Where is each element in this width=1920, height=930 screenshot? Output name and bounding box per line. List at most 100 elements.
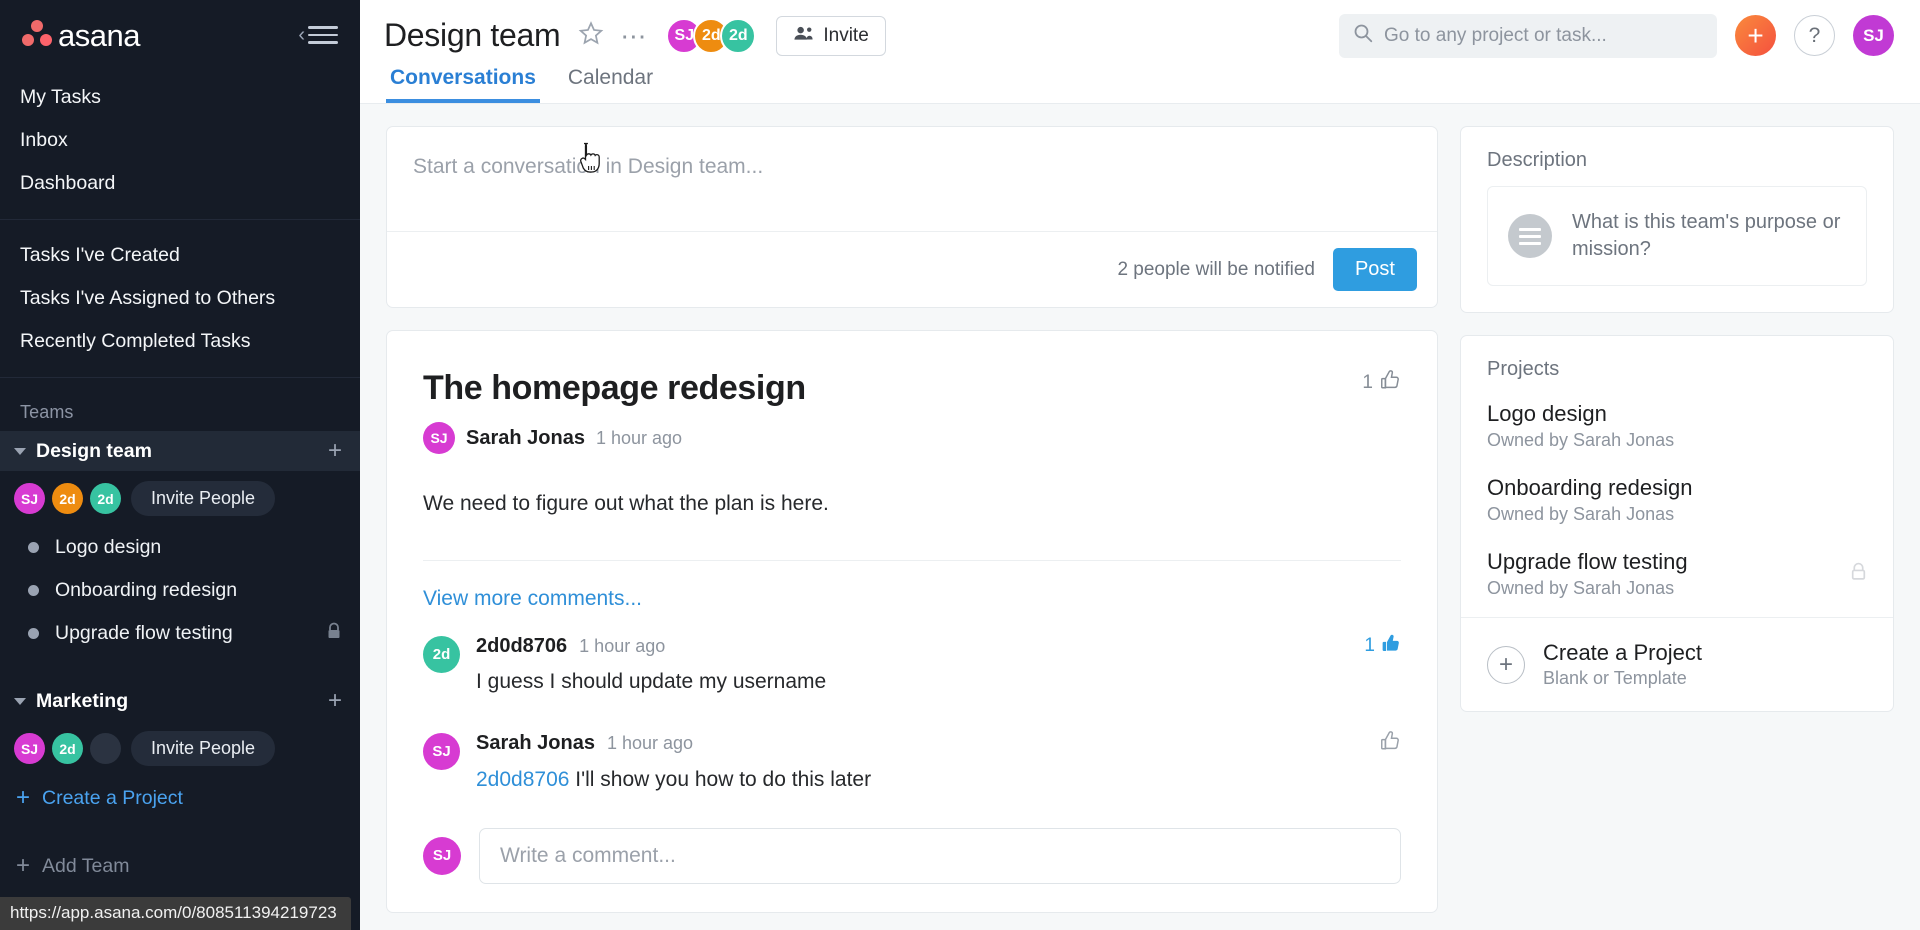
hamburger-icon — [308, 26, 338, 44]
create-project-info: Create a Project Blank or Template — [1543, 640, 1702, 689]
sidebar-item-label: Recently Completed Tasks — [20, 330, 251, 352]
sidebar-divider — [0, 219, 360, 220]
add-team-label: Add Team — [42, 854, 130, 877]
asana-logo[interactable]: asana — [20, 20, 140, 51]
top-bar-right: + ? SJ — [1339, 13, 1894, 58]
avatar[interactable]: SJ — [423, 732, 460, 770]
avatar[interactable]: 2d — [423, 635, 460, 673]
tab-calendar[interactable]: Calendar — [564, 66, 657, 103]
asana-app-window: asana ‹ My Tasks Inbox Dashboard Tasks I… — [0, 0, 1920, 930]
invite-button[interactable]: Invite — [776, 15, 886, 56]
view-more-comments-link[interactable]: View more comments... — [423, 561, 1401, 619]
avatar[interactable]: 2d — [720, 17, 757, 54]
comment-text-body: I'll show you how to do this later — [575, 767, 872, 791]
comment-input[interactable]: Write a comment... — [479, 827, 1401, 884]
main-region: Design team ⋯ SJ 2d 2d Invite Go to any … — [360, 0, 1920, 930]
sidebar-item-inbox[interactable]: Inbox — [0, 119, 360, 162]
sidebar-team-design-team[interactable]: Design team + — [0, 431, 360, 471]
invite-people-button[interactable]: Invite People — [131, 481, 276, 516]
conversation-like-button[interactable]: 1 — [1362, 369, 1401, 397]
search-input[interactable] — [1384, 24, 1703, 47]
comment-like-button[interactable] — [1379, 730, 1401, 758]
description-empty-state[interactable]: What is this team's purpose or mission? — [1487, 186, 1867, 286]
sidebar-item-label: My Tasks — [20, 86, 101, 108]
chevron-left-icon: ‹ — [298, 24, 305, 46]
sidebar-item-my-tasks[interactable]: My Tasks — [0, 76, 360, 119]
thumbs-up-icon — [1379, 369, 1401, 397]
quick-add-button[interactable]: + — [1735, 15, 1776, 57]
write-comment-row: SJ Write a comment... — [387, 802, 1437, 912]
project-dot-icon — [28, 542, 39, 553]
sidebar-secondary-nav: Tasks I've Created Tasks I've Assigned t… — [0, 228, 360, 369]
avatar[interactable]: 2d — [52, 483, 83, 514]
composer-input-area[interactable]: Start a conversation in Design team... — [387, 127, 1437, 231]
description-panel: Description What is this team's purpose … — [1460, 126, 1894, 313]
status-bar-url: https://app.asana.com/0/808511394219723 — [0, 897, 351, 930]
project-owner: Owned by Sarah Jonas — [1487, 430, 1675, 450]
conversation-author-row: SJ Sarah Jonas 1 hour ago — [423, 422, 1401, 454]
comment-main: Sarah Jonas 1 hour ago 2d0d8706 I'll sho… — [476, 730, 1401, 792]
add-to-team-icon[interactable]: + — [328, 689, 342, 713]
sidebar-team-marketing[interactable]: Marketing + — [0, 681, 360, 721]
sidebar-add-team-button[interactable]: + Add Team — [0, 842, 360, 890]
project-owner: Owned by Sarah Jonas — [1487, 504, 1675, 524]
description-prompt: What is this team's purpose or mission? — [1572, 211, 1841, 260]
sidebar-item-recently-completed-tasks[interactable]: Recently Completed Tasks — [0, 320, 360, 363]
project-dot-icon — [28, 628, 39, 639]
avatar-placeholder[interactable] — [90, 733, 121, 764]
avatar[interactable]: SJ — [423, 836, 461, 875]
project-list-item[interactable]: Logo design Owned by Sarah Jonas — [1461, 395, 1893, 469]
notify-text: 2 people will be notified — [1117, 258, 1315, 280]
add-to-team-icon[interactable]: + — [328, 439, 342, 463]
conversation-composer: Start a conversation in Design team... 2… — [386, 126, 1438, 308]
comment-input-placeholder: Write a comment... — [500, 843, 676, 867]
description-icon — [1508, 214, 1552, 258]
help-button[interactable]: ? — [1794, 15, 1835, 57]
comment-like-button[interactable]: 1 — [1364, 633, 1401, 660]
sidebar-create-project-button[interactable]: + Create a Project — [0, 776, 360, 820]
comment-mention[interactable]: 2d0d8706 — [476, 768, 569, 791]
tab-conversations[interactable]: Conversations — [386, 66, 540, 103]
comment-header: 2d0d8706 1 hour ago 1 — [476, 633, 1401, 660]
sidebar-item-tasks-ive-created[interactable]: Tasks I've Created — [0, 234, 360, 277]
plus-icon: + — [16, 784, 31, 811]
sidebar-project-logo-design[interactable]: Logo design — [0, 526, 360, 569]
invite-people-button[interactable]: Invite People — [131, 731, 276, 766]
avatar[interactable]: SJ — [423, 422, 455, 454]
sidebar-item-tasks-assigned-to-others[interactable]: Tasks I've Assigned to Others — [0, 277, 360, 320]
collapse-sidebar-button[interactable]: ‹ — [298, 25, 338, 45]
page-title: Design team — [384, 17, 561, 54]
conversation-post-inner: The homepage redesign 1 SJ Sarah Jonas 1… — [387, 331, 1437, 802]
comment-header: Sarah Jonas 1 hour ago — [476, 730, 1401, 758]
avatar[interactable]: SJ — [14, 483, 45, 514]
comment-text: I guess I should update my username — [476, 669, 827, 693]
tab-bar: Conversations Calendar — [360, 61, 1920, 103]
sidebar-project-label: Logo design — [55, 536, 162, 558]
avatar[interactable]: SJ — [14, 733, 45, 764]
conversation-author-name: Sarah Jonas — [466, 426, 585, 449]
avatar[interactable]: 2d — [52, 733, 83, 764]
avatar[interactable]: 2d — [90, 483, 121, 514]
post-button[interactable]: Post — [1332, 248, 1417, 291]
teams-section-label: Teams — [20, 402, 74, 422]
project-list-item[interactable]: Onboarding redesign Owned by Sarah Jonas — [1461, 469, 1893, 543]
sidebar-item-dashboard[interactable]: Dashboard — [0, 162, 360, 205]
thumbs-up-icon — [1379, 730, 1401, 758]
projects-panel-title: Projects — [1487, 358, 1560, 380]
conversation-timestamp: 1 hour ago — [595, 427, 683, 448]
plus-circle-icon: + — [1487, 645, 1525, 684]
sidebar-project-label: Onboarding redesign — [55, 579, 238, 601]
create-project-title: Create a Project — [1543, 640, 1702, 665]
sidebar-project-upgrade-flow-testing[interactable]: Upgrade flow testing — [0, 612, 360, 655]
conversations-column: Start a conversation in Design team... 2… — [386, 126, 1438, 930]
create-project-row[interactable]: + Create a Project Blank or Template — [1461, 617, 1893, 711]
sidebar-project-onboarding-redesign[interactable]: Onboarding redesign — [0, 569, 360, 612]
profile-avatar[interactable]: SJ — [1853, 15, 1894, 57]
sidebar-primary-nav: My Tasks Inbox Dashboard — [0, 70, 360, 211]
plus-icon: + — [16, 852, 31, 879]
more-options-icon[interactable]: ⋯ — [620, 22, 648, 49]
search-box[interactable] — [1339, 13, 1717, 58]
marketing-team-members: SJ 2d Invite People — [0, 721, 360, 776]
star-icon[interactable] — [578, 20, 604, 51]
project-list-item[interactable]: Upgrade flow testing Owned by Sarah Jona… — [1461, 543, 1893, 617]
